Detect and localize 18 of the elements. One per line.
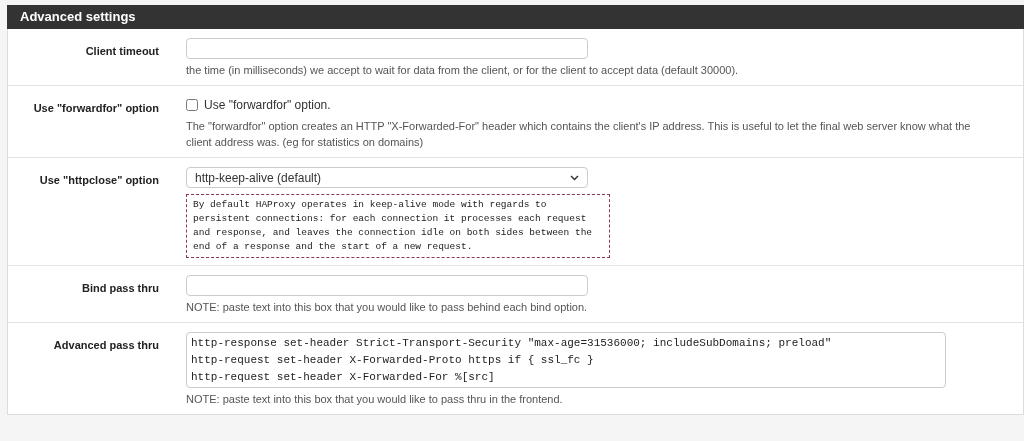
help-text: NOTE: paste text into this box that you would like to pass thru in the frontend. [186, 392, 564, 407]
text-field[interactable] [186, 38, 588, 59]
help-text: The "forwardfor" option creates an HTTP "X-Forwarded-For" header which contains the client's IP address. This is useful to let the final web server know what the client address was. (eg for statistics on domains) [186, 119, 972, 150]
panel-header: Advanced settings [7, 5, 1024, 29]
field-label: Client timeout [85, 45, 159, 57]
text-area[interactable]: http-response set-header Strict-Transport-Security "max-age=31536000; includeSubDomains; preload" http-request set-header X-Forwarded-Proto https if { ssl_fc } http-request set-header X-Forwarded-For %[src] [186, 332, 946, 388]
field-label: Bind pass thru [82, 282, 159, 294]
dropdown[interactable]: http-keep-alive (default) [186, 167, 588, 188]
checkbox-label: Use "forwardfor" option. [204, 97, 331, 114]
help-text: NOTE: paste text into this box that you would like to pass behind each bind option. [186, 300, 588, 315]
text-field[interactable] [186, 275, 588, 296]
description-box[interactable]: By default HAProxy operates in keep-alive mode with regards to persistent connections: for each connection it processes each request and response, and leaves the connection idle on both sides between the end of a response and the start of a new request. [186, 194, 610, 258]
field-label: Use "forwardfor" option [33, 102, 159, 114]
field-label: Use "httpclose" option [39, 174, 159, 186]
chevron-down-icon [570, 174, 579, 181]
checkbox[interactable] [186, 99, 198, 111]
help-text: the time (in milliseconds) we accept to wait for data from the client, or for the client to accept data (default 30000). [186, 63, 739, 78]
field-label: Advanced pass thru [53, 339, 159, 351]
